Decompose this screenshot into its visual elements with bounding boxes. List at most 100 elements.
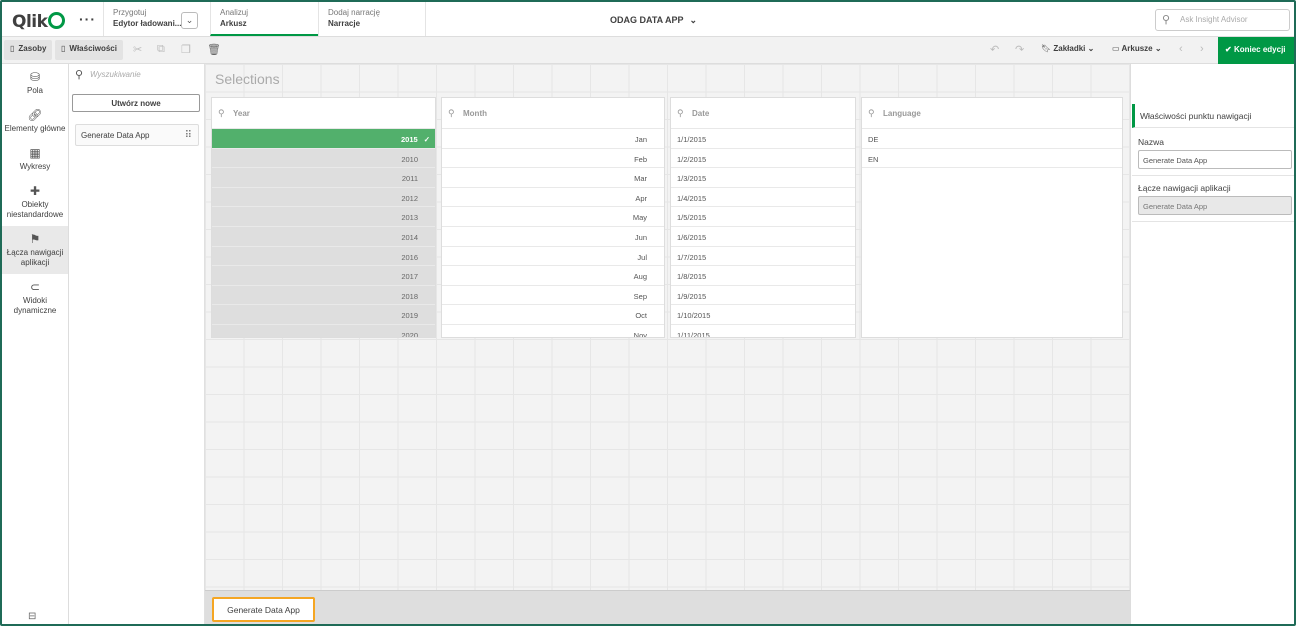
- listbox-row[interactable]: May: [442, 207, 664, 227]
- listbox-header[interactable]: ⚲ Month: [442, 98, 664, 129]
- assets-toggle-label: Zasoby: [18, 44, 47, 53]
- listbox-year[interactable]: ⚲ Year 2015 ✓ 2010 2011 2012 2013 2014 201…: [211, 97, 436, 338]
- listbox-row[interactable]: 1/2/2015: [671, 149, 855, 169]
- properties-panel: Właściwości punktu nawigacji Nazwa Gener…: [1130, 64, 1294, 624]
- assets-toggle-button[interactable]: ▯ Zasoby: [4, 40, 53, 60]
- app-link-field[interactable]: Generate Data App: [1138, 196, 1292, 215]
- listbox-row[interactable]: 2010: [212, 148, 435, 169]
- listbox-language[interactable]: ⚲ Language DE EN: [861, 97, 1123, 338]
- listbox-row[interactable]: Jul: [442, 247, 664, 267]
- copy-icon[interactable]: ⧉: [157, 43, 165, 56]
- rail-item-label: Pola: [26, 86, 43, 95]
- sheet-footer: Generate Data App: [205, 590, 1130, 624]
- insight-advisor-placeholder: Ask Insight Advisor: [1180, 15, 1248, 24]
- signpost-icon: ⚑: [29, 232, 41, 246]
- listbox-row[interactable]: 1/10/2015: [671, 305, 855, 325]
- sheet-title[interactable]: Selections: [215, 71, 280, 87]
- rail-item-charts[interactable]: ▦ Wykresy: [2, 140, 68, 178]
- end-edit-button[interactable]: ✔ Koniec edycji: [1218, 37, 1294, 64]
- listbox-row[interactable]: 2019: [212, 305, 435, 325]
- undo-icon[interactable]: ↶: [990, 43, 999, 56]
- nav-link-item[interactable]: Generate Data App ⠿: [75, 124, 199, 146]
- listbox-row[interactable]: Feb: [442, 149, 664, 169]
- tab-narrate-label: Dodaj narrację: [328, 8, 381, 17]
- listbox-month[interactable]: ⚲ Month Jan Feb Mar Apr May Jun Jul Aug S…: [441, 97, 665, 338]
- create-new-button[interactable]: Utwórz nowe: [72, 94, 200, 112]
- chevron-down-icon: ⌄: [1154, 44, 1162, 53]
- rail-item-app-navigation-links[interactable]: ⚑ Łącza nawigacji aplikacji: [2, 226, 68, 274]
- rail-item-fields[interactable]: ⛁ Pola: [2, 64, 68, 102]
- listbox-row-selected[interactable]: 2015 ✓: [212, 129, 435, 149]
- listbox-row[interactable]: 1/4/2015: [671, 188, 855, 208]
- checkmark-icon: ✓: [423, 135, 430, 144]
- listbox-row[interactable]: 1/1/2015: [671, 129, 855, 149]
- listbox-row[interactable]: 1/11/2015: [671, 325, 855, 337]
- app-title-text: ODAG DATA APP: [610, 15, 684, 25]
- listbox-title: Date: [692, 109, 710, 118]
- listbox-row[interactable]: Jan: [442, 129, 664, 149]
- listbox-row[interactable]: Nov: [442, 325, 664, 337]
- rail-item-master-items[interactable]: 🔗︎ Elementy główne: [2, 102, 68, 140]
- rail-item-label: Obiekty niestandardowe: [6, 200, 64, 219]
- delete-icon[interactable]: 🗑: [207, 43, 221, 56]
- next-sheet-icon[interactable]: ›: [1200, 43, 1204, 55]
- listbox-row[interactable]: 2018: [212, 285, 435, 306]
- listbox-row[interactable]: 2013: [212, 207, 435, 227]
- listbox-row[interactable]: Aug: [442, 266, 664, 286]
- chart-icon: ▦: [29, 146, 41, 160]
- listbox-row[interactable]: DE: [862, 129, 1122, 149]
- panel-icon: ▯: [61, 44, 66, 53]
- listbox-row[interactable]: EN: [862, 149, 1122, 169]
- listbox-row[interactable]: 2017: [212, 266, 435, 286]
- listbox-row[interactable]: 2011: [212, 168, 435, 188]
- listbox-row[interactable]: 1/7/2015: [671, 247, 855, 267]
- listbox-row[interactable]: Sep: [442, 286, 664, 306]
- cut-icon[interactable]: ✂: [133, 43, 142, 56]
- properties-toggle-label: Właściwości: [69, 44, 117, 53]
- listbox-header[interactable]: ⚲ Language: [862, 98, 1122, 129]
- rail-item-custom-objects[interactable]: ✚ Obiekty niestandardowe: [2, 178, 68, 226]
- tab-analyze[interactable]: Analizuj Arkusz: [210, 2, 318, 36]
- previous-sheet-icon[interactable]: ‹: [1179, 43, 1183, 55]
- layout-toggle-icon[interactable]: ⊟: [28, 611, 36, 622]
- app-title[interactable]: ODAG DATA APP ⌄: [610, 15, 697, 26]
- insight-search-icon: ⚲: [1162, 14, 1171, 26]
- tab-narrate[interactable]: Dodaj narrację Narracje: [318, 2, 426, 36]
- listbox-row[interactable]: Jun: [442, 227, 664, 247]
- listbox-row[interactable]: Apr: [442, 188, 664, 208]
- asset-type-rail: ⛁ Pola 🔗︎ Elementy główne ▦ Wykresy ✚ Obiekt…: [2, 64, 69, 624]
- redo-icon[interactable]: ↷: [1015, 43, 1024, 56]
- qlik-logo[interactable]: Qlik: [12, 10, 66, 32]
- listbox-date[interactable]: ⚲ Date 1/1/2015 1/2/2015 1/3/2015 1/4/201…: [670, 97, 856, 338]
- listbox-row[interactable]: 2020: [212, 324, 435, 337]
- rail-item-dynamic-views[interactable]: ⊂ Widoki dynamiczne: [2, 274, 68, 322]
- bookmarks-button[interactable]: 🔖︎ Zakładki ⌄: [1041, 44, 1094, 53]
- name-field[interactable]: Generate Data App: [1138, 150, 1292, 169]
- listbox-header[interactable]: ⚲ Year: [212, 98, 435, 129]
- listbox-row[interactable]: 1/9/2015: [671, 286, 855, 306]
- search-icon: ⚲: [75, 69, 84, 81]
- listbox-row[interactable]: Mar: [442, 168, 664, 188]
- properties-toggle-button[interactable]: ▯ Właściwości: [55, 40, 123, 60]
- sheets-button[interactable]: ▭ Arkusze ⌄: [1112, 44, 1162, 53]
- listbox-row[interactable]: Oct: [442, 305, 664, 325]
- listbox-row[interactable]: 1/3/2015: [671, 168, 855, 188]
- listbox-row[interactable]: 1/8/2015: [671, 266, 855, 286]
- listbox-row[interactable]: 2016: [212, 246, 435, 267]
- prepare-dropdown-chevron-icon[interactable]: ⌄: [181, 12, 198, 29]
- listbox-row[interactable]: 2012: [212, 187, 435, 208]
- insight-advisor-search[interactable]: ⚲ Ask Insight Advisor: [1155, 9, 1290, 31]
- paste-icon[interactable]: ❐: [181, 43, 191, 56]
- sheet-canvas[interactable]: Selections ⚲ Year 2015 ✓ 2010 2011 2012 20…: [205, 64, 1130, 590]
- assets-search-input[interactable]: ⚲ Wyszukiwanie: [75, 69, 199, 84]
- listbox-row[interactable]: 2014: [212, 226, 435, 247]
- drag-handle-icon[interactable]: ⠿: [185, 130, 192, 141]
- listbox-header[interactable]: ⚲ Date: [671, 98, 855, 129]
- listbox-title: Language: [883, 109, 921, 118]
- more-menu-icon[interactable]: ···: [79, 11, 96, 27]
- edit-toolbar: ▯ Zasoby ▯ Właściwości ✂ ⧉ ❐ 🗑 ↶ ↷ 🔖︎ Zakł…: [2, 37, 1294, 64]
- generate-data-app-button[interactable]: Generate Data App: [212, 597, 315, 622]
- listbox-row[interactable]: 1/6/2015: [671, 227, 855, 247]
- rail-item-label: Elementy główne: [4, 124, 66, 133]
- listbox-row[interactable]: 1/5/2015: [671, 207, 855, 227]
